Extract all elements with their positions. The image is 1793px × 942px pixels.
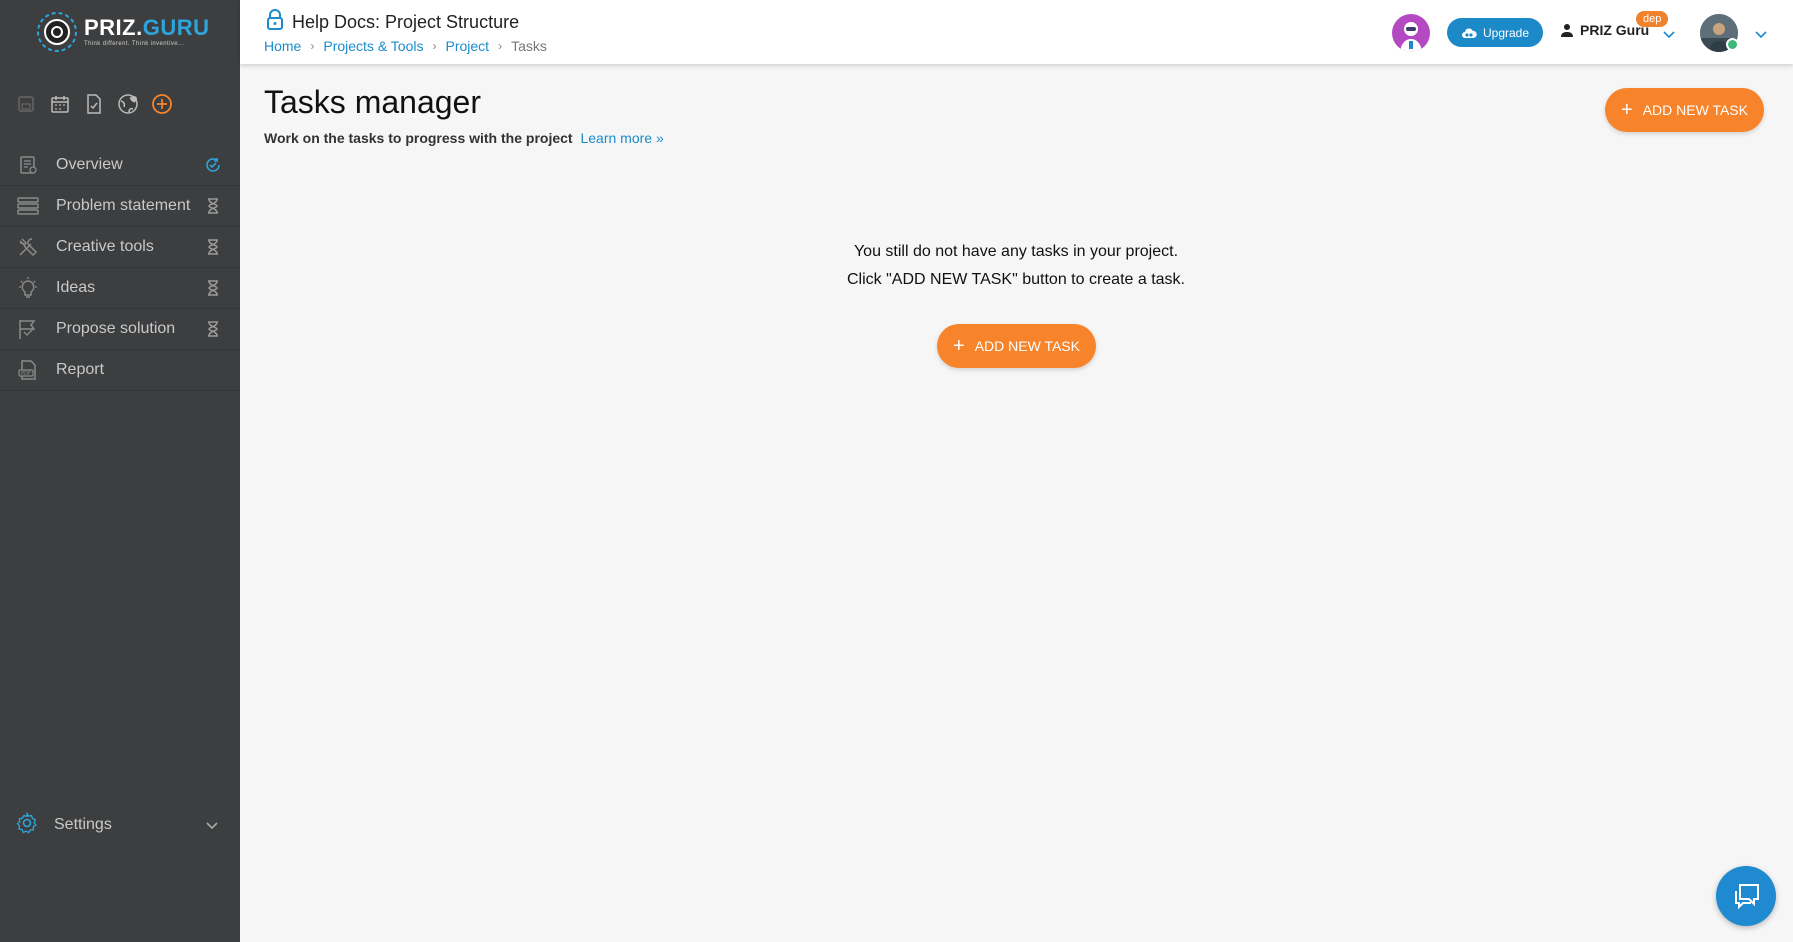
sidebar-item-propose-solution[interactable]: Propose solution	[0, 309, 240, 350]
sidebar-item-label: Report	[56, 361, 105, 378]
breadcrumb: Home › Projects & Tools › Project › Task…	[264, 38, 547, 54]
chat-icon	[1735, 884, 1759, 910]
user-icon	[1561, 24, 1573, 37]
globe-icon[interactable]	[116, 92, 140, 116]
sidebar-nav: Overview Problem statement Creative tool…	[0, 145, 240, 391]
breadcrumb-separator-icon: ›	[432, 39, 437, 53]
chat-button[interactable]	[1716, 866, 1776, 926]
settings-label: Settings	[54, 816, 112, 833]
empty-state: You still do not have any tasks in your …	[760, 238, 1272, 294]
sidebar-item-label: Overview	[56, 156, 123, 173]
top-header: Help Docs: Project Structure Home › Proj…	[240, 0, 1793, 64]
flag-icon	[16, 317, 40, 341]
page-subtitle: Work on the tasks to progress with the p…	[264, 130, 664, 146]
empty-state-line: You still do not have any tasks in your …	[853, 243, 1179, 260]
gear-icon	[16, 810, 38, 839]
sidebar: PRIZ.GURU Think different. Think inventi…	[0, 0, 240, 942]
assistant-avatar[interactable]	[1392, 14, 1430, 52]
logo[interactable]: PRIZ.GURU Think different. Think inventi…	[36, 10, 210, 54]
in-progress-icon	[204, 156, 222, 174]
empty-state-line: Click "ADD NEW TASK" button to create a …	[847, 271, 1185, 288]
sidebar-item-ideas[interactable]: Ideas	[0, 268, 240, 309]
plus-icon: +	[953, 335, 965, 357]
document-check-icon[interactable]	[82, 92, 106, 116]
hourglass-icon	[204, 238, 222, 256]
sidebar-item-overview[interactable]: Overview	[0, 145, 240, 186]
sidebar-item-label: Ideas	[56, 279, 96, 296]
brand-name: PRIZ.GURU	[84, 15, 210, 40]
cloud-upgrade-icon	[1461, 27, 1477, 38]
breadcrumb-separator-icon: ›	[310, 39, 315, 53]
status-badge: dep	[1636, 11, 1669, 27]
brand-tagline: Think different. Think inventive...	[84, 41, 185, 47]
sidebar-settings[interactable]: Settings	[0, 805, 240, 845]
breadcrumb-separator-icon: ›	[498, 39, 503, 53]
add-circle-icon[interactable]	[150, 92, 174, 116]
sidebar-item-label: Problem statement	[56, 197, 191, 214]
page-title: Tasks manager	[264, 84, 481, 120]
chevron-down-icon	[206, 817, 218, 835]
sidebar-item-creative-tools[interactable]: Creative tools	[0, 227, 240, 268]
sidebar-item-label: Creative tools	[56, 238, 154, 255]
add-new-task-button-center[interactable]: + ADD NEW TASK	[937, 324, 1096, 368]
chevron-down-icon[interactable]	[1755, 26, 1767, 44]
subtitle-text: Work on the tasks to progress with the p…	[264, 130, 573, 146]
sidebar-item-report[interactable]: PDF Report	[0, 350, 240, 391]
account-switcher[interactable]: PRIZ Guru	[1560, 22, 1649, 38]
add-new-task-button[interactable]: + ADD NEW TASK	[1605, 88, 1764, 132]
breadcrumb-project[interactable]: Project	[445, 38, 489, 54]
breadcrumb-projects-tools[interactable]: Projects & Tools	[323, 38, 423, 54]
sidebar-item-label: Propose solution	[56, 320, 176, 337]
chevron-down-icon[interactable]	[1663, 26, 1675, 44]
learn-more-link[interactable]: Learn more »	[580, 130, 663, 146]
lock-icon	[266, 9, 284, 36]
sidebar-item-problem-statement[interactable]: Problem statement	[0, 186, 240, 227]
quick-actions	[14, 92, 174, 116]
svg-text:PDF: PDF	[21, 371, 31, 377]
lightbulb-icon	[16, 276, 40, 300]
hourglass-icon	[204, 320, 222, 338]
save-icon[interactable]	[14, 92, 38, 116]
project-title: Help Docs: Project Structure	[292, 12, 520, 32]
online-status-icon	[1726, 38, 1739, 51]
breadcrumb-home[interactable]: Home	[264, 38, 301, 54]
layers-icon	[16, 194, 40, 218]
pdf-icon: PDF	[16, 358, 40, 382]
upgrade-button[interactable]: Upgrade	[1447, 18, 1543, 47]
plus-icon: +	[1621, 99, 1633, 121]
logo-mark-icon	[37, 12, 77, 52]
tools-icon	[16, 235, 40, 259]
overview-icon	[16, 153, 40, 177]
calendar-icon[interactable]	[48, 92, 72, 116]
hourglass-icon	[204, 197, 222, 215]
hourglass-icon	[204, 279, 222, 297]
breadcrumb-tasks: Tasks	[511, 38, 547, 54]
